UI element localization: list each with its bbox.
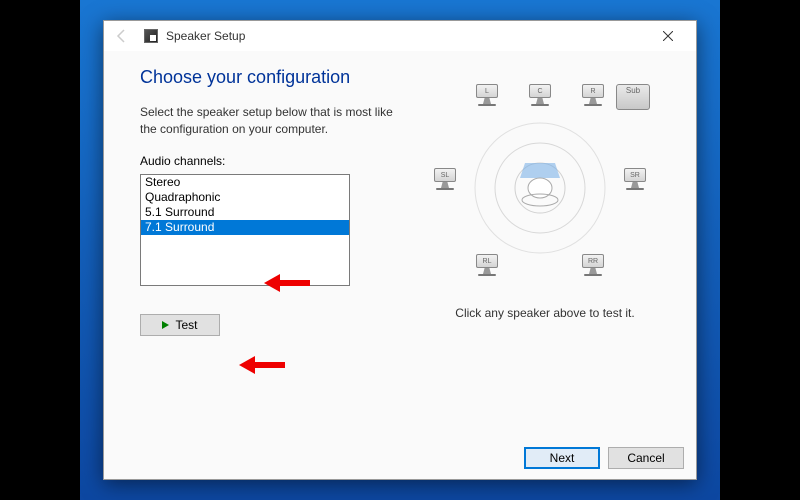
titlebar: Speaker Setup bbox=[104, 21, 696, 51]
speaker-diagram: L C R Sub SL SR RL bbox=[430, 84, 650, 294]
instruction-text: Select the speaker setup below that is m… bbox=[140, 104, 400, 138]
back-button[interactable] bbox=[112, 26, 132, 46]
soundwave-icon bbox=[470, 118, 610, 258]
speaker-right[interactable]: R bbox=[580, 84, 606, 110]
speaker-caption: Click any speaker above to test it. bbox=[430, 306, 660, 320]
dialog-content: Choose your configuration Select the spe… bbox=[104, 51, 696, 342]
test-button-label: Test bbox=[175, 318, 197, 332]
close-button[interactable] bbox=[648, 22, 688, 50]
next-button[interactable]: Next bbox=[524, 447, 600, 469]
list-item[interactable]: Stereo bbox=[141, 175, 349, 190]
window-title: Speaker Setup bbox=[166, 29, 245, 43]
list-item[interactable]: 5.1 Surround bbox=[141, 205, 349, 220]
speaker-setup-icon bbox=[144, 29, 158, 43]
list-item[interactable]: Quadraphonic bbox=[141, 190, 349, 205]
audio-channels-label: Audio channels: bbox=[140, 154, 400, 168]
dialog-button-row: Next Cancel bbox=[524, 447, 684, 469]
speaker-side-left[interactable]: SL bbox=[432, 168, 458, 194]
test-button[interactable]: Test bbox=[140, 314, 220, 336]
audio-channels-listbox[interactable]: StereoQuadraphonic5.1 Surround7.1 Surrou… bbox=[140, 174, 350, 286]
cancel-button[interactable]: Cancel bbox=[608, 447, 684, 469]
speaker-rear-left[interactable]: RL bbox=[474, 254, 500, 280]
speaker-rear-right[interactable]: RR bbox=[580, 254, 606, 280]
speaker-side-right[interactable]: SR bbox=[622, 168, 648, 194]
play-icon bbox=[162, 321, 169, 329]
speaker-center[interactable]: C bbox=[527, 84, 553, 110]
speaker-left[interactable]: L bbox=[474, 84, 500, 110]
list-item[interactable]: 7.1 Surround bbox=[141, 220, 349, 235]
annotation-arrow-icon bbox=[239, 356, 285, 374]
speaker-setup-dialog: Speaker Setup Choose your configuration … bbox=[103, 20, 697, 480]
speaker-subwoofer[interactable]: Sub bbox=[616, 84, 650, 110]
